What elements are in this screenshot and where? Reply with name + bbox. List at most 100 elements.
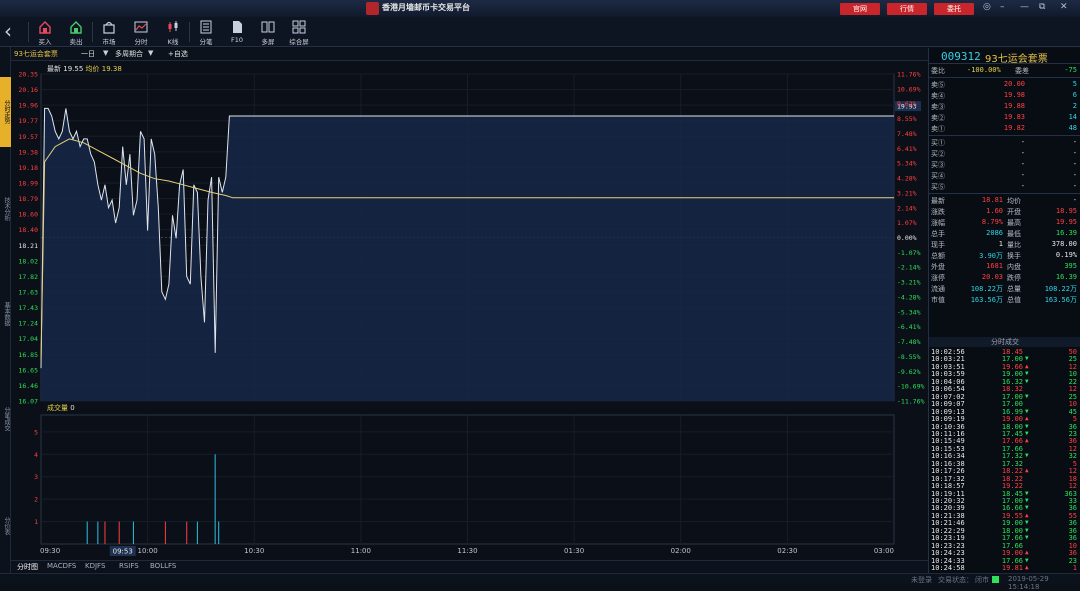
sell-button[interactable]: 卖出 (63, 20, 89, 46)
ticks-icon (200, 20, 212, 34)
price-tick-label: 16.65 (18, 366, 38, 374)
tab-technical-analysis[interactable]: 技术分析 (0, 187, 11, 231)
down-arrow-icon: ▼ (1025, 407, 1029, 415)
quote-panel: 009312 93七运会套票 委比 -100.00% 委差 -75 卖⑤ 20.00 5 卖④… (928, 48, 1080, 573)
ask-volume: 14 (1068, 113, 1077, 121)
percent-tick-label: -2.14% (897, 264, 921, 272)
volume-tick-label: 1 (34, 518, 38, 526)
stat-row: 涨幅 8.79% 最高 19.95 (929, 218, 1080, 228)
up-arrow-icon: ▲ (1025, 467, 1029, 475)
tab-macdfs[interactable]: MACDFS (47, 562, 76, 570)
divider (929, 77, 1080, 78)
trade-row: 10:24:58 19.81 ▲ 1 (929, 564, 1080, 574)
price-tick-label: 18.79 (18, 195, 38, 203)
price-tick-label: 17.82 (18, 273, 38, 281)
price-tick-label: 20.16 (18, 86, 38, 94)
tab-kdjfs[interactable]: KDJFS (85, 562, 105, 570)
ratio-label: 委比 (931, 67, 945, 75)
bid-label: 买③ (931, 161, 945, 169)
stat-value: 378.00 (1051, 240, 1077, 248)
market-button[interactable]: 市场 (96, 20, 122, 46)
indicator-tabs: 分时图 MACDFS KDJFS RSIFS BOLLFS (11, 560, 928, 572)
composite-button[interactable]: 综合屏 (286, 20, 312, 46)
stat-value: 16.39 (1055, 229, 1077, 237)
down-arrow-icon: ▼ (1025, 489, 1029, 497)
volume-tick-label: 2 (34, 496, 38, 504)
bid-volume: - (1072, 160, 1077, 168)
up-arrow-icon: ▲ (1025, 415, 1029, 423)
tab-price-table[interactable]: 分价表 (0, 509, 11, 543)
left-tabs: 分时走势 技术分析 基本数据 分笔成交 分价表 (0, 47, 11, 575)
stat-value: 19.95 (1055, 218, 1077, 226)
price-tick-label: 19.18 (18, 164, 38, 172)
timeshare-button[interactable]: 分时 (128, 20, 154, 46)
ticks-button[interactable]: 分笔 (193, 20, 219, 46)
bid-row: 买④ - - (929, 171, 1080, 181)
maximize-icon[interactable]: ⧉ (1039, 2, 1045, 12)
down-arrow-icon: ▼ (1025, 534, 1029, 542)
f10-button[interactable]: F10 (224, 20, 250, 44)
tab-basic-data[interactable]: 基本数据 (0, 292, 11, 336)
percent-tick-label: -1.07% (897, 249, 921, 257)
combo-select[interactable]: 多周期合 (115, 49, 143, 59)
chevron-down-icon[interactable]: ▼ (103, 49, 108, 57)
multiscreen-button[interactable]: 多屏 (255, 20, 281, 46)
volume-tick-label: 4 (34, 451, 38, 459)
settings-icon[interactable]: ◎ (983, 2, 991, 12)
down-arrow-icon: ▼ (1025, 526, 1029, 534)
price-tick-label: 17.04 (18, 335, 38, 343)
stock-name: 93七运会套票 (985, 54, 1048, 65)
buy-button[interactable]: 买入 (32, 20, 58, 46)
status-bar: 未登录 交易状态： 闭市 2019-05-29 15:14:18 (0, 573, 1080, 591)
percent-tick-label: -9.62% (897, 368, 921, 376)
volume-value: 0 (70, 404, 75, 412)
order-button[interactable]: 委托 (934, 3, 974, 15)
back-arrow-icon[interactable]: ‹ (4, 21, 12, 41)
ask-volume: 2 (1072, 102, 1077, 110)
stat-value: 108.22万 (970, 285, 1003, 293)
stat-value: 8.79% (981, 218, 1003, 226)
stat-label: 量比 (1007, 241, 1021, 249)
up-arrow-icon: ▲ (1025, 511, 1029, 519)
trades-title: 分时成交 (929, 337, 1080, 347)
timeshare-chart[interactable]: 19.9309:53 20.3520.1619.9619.7719.5719.3… (11, 61, 928, 559)
tab-rsifs[interactable]: RSIFS (119, 562, 139, 570)
stat-label: 涨跌 (931, 208, 945, 216)
ask-price: 19.88 (1003, 102, 1025, 110)
ask-price: 19.83 (1003, 113, 1025, 121)
bid-price: - (1020, 171, 1025, 179)
stock-code: 009312 (941, 50, 981, 63)
down-arrow-icon: ▼ (1025, 377, 1029, 385)
add-watchlist-button[interactable]: +自选 (168, 49, 188, 59)
close-icon[interactable]: ✕ (1060, 2, 1068, 12)
app-title: 香港月墙邮币卡交易平台 (382, 3, 470, 12)
time-tick-label: 09:30 (40, 547, 60, 555)
price-tick-label: 17.63 (18, 289, 38, 297)
toolbar-divider (28, 22, 29, 42)
percent-tick-label: 0.00% (897, 234, 917, 242)
tab-timeshare-trend[interactable]: 分时走势 (0, 77, 11, 147)
period-select[interactable]: 一日 (81, 49, 95, 59)
chart-legend: 最新 19.55 均价 19.38 (47, 64, 122, 74)
ask-volume: 5 (1072, 80, 1077, 88)
tab-timeshare-chart[interactable]: 分时图 (17, 562, 38, 572)
kline-button[interactable]: K线 (160, 20, 186, 46)
up-arrow-icon: ▲ (1025, 564, 1029, 572)
stat-row: 总手 2086 最低 16.39 (929, 229, 1080, 239)
minimize-icon[interactable]: — (1020, 2, 1029, 12)
trade-state: 闭市 (975, 576, 989, 584)
ask-label: 卖③ (931, 103, 945, 111)
website-button[interactable]: 官网 (840, 3, 880, 15)
tab-tick-deals[interactable]: 分笔成交 (0, 397, 11, 441)
toolbar: ‹ 买入 卖出 市场 分时 K线 分笔 F10 多屏 综合屏 (0, 17, 1080, 47)
skin-icon[interactable]: – (1000, 2, 1005, 12)
stat-value: 18.81 (981, 196, 1003, 204)
volume-tick-label: 5 (34, 428, 38, 436)
percent-tick-label: -7.48% (897, 338, 921, 346)
quotes-button[interactable]: 行情 (887, 3, 927, 15)
chevron-down-icon[interactable]: ▼ (148, 49, 153, 57)
price-tick-label: 16.46 (18, 382, 38, 390)
price-tick-label: 17.24 (18, 320, 38, 328)
tab-bollfs[interactable]: BOLLFS (150, 562, 176, 570)
stat-row: 最新 18.81 均价 - (929, 196, 1080, 206)
